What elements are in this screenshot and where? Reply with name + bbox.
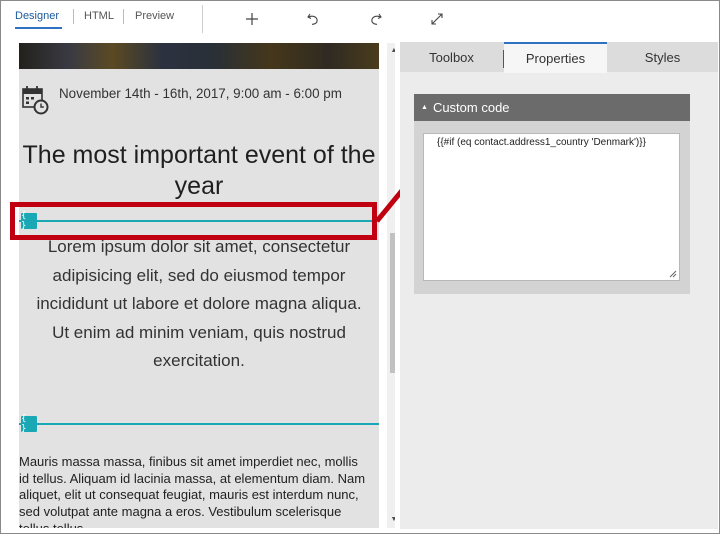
editor-toolbar: Designer HTML Preview bbox=[1, 1, 719, 38]
tab-designer[interactable]: Designer bbox=[15, 10, 59, 22]
tab-styles[interactable]: Styles bbox=[607, 42, 718, 72]
lorem-paragraph: Lorem ipsum dolor sit amet, consectetur … bbox=[36, 237, 362, 371]
custom-code-section-header[interactable]: ▲ Custom code bbox=[414, 94, 690, 121]
active-tab-indicator bbox=[15, 27, 62, 29]
calendar-clock-icon bbox=[22, 86, 49, 115]
properties-panel: Toolbox Properties Styles ▲ Custom code … bbox=[400, 42, 718, 529]
toolbar-divider bbox=[202, 5, 203, 33]
section-title: Custom code bbox=[432, 100, 510, 115]
email-content: November 14th - 16th, 2017, 9:00 am - 6:… bbox=[19, 43, 379, 528]
resize-handle-icon[interactable] bbox=[669, 270, 677, 278]
custom-code-textarea[interactable]: {{#if (eq contact.address1_country 'Denm… bbox=[423, 133, 680, 281]
panel-tabs: Toolbox Properties Styles bbox=[400, 42, 718, 73]
tab-toolbox[interactable]: Toolbox bbox=[400, 42, 503, 72]
highlight-callout-box bbox=[10, 202, 377, 240]
app-window: Designer HTML Preview November 14th - 16… bbox=[0, 0, 720, 534]
tab-html[interactable]: HTML bbox=[84, 10, 114, 22]
custom-code-section: ▲ Custom code {{#if (eq contact.address1… bbox=[414, 94, 690, 294]
scrollbar-thumb[interactable] bbox=[390, 233, 395, 373]
tab-preview[interactable]: Preview bbox=[135, 10, 174, 22]
undo-icon[interactable] bbox=[301, 7, 325, 31]
design-canvas[interactable]: November 14th - 16th, 2017, 9:00 am - 6:… bbox=[9, 43, 395, 528]
scroll-down-arrow-icon[interactable]: ▼ bbox=[387, 512, 395, 526]
mauris-paragraph: Mauris massa massa, finibus sit amet imp… bbox=[19, 454, 366, 528]
event-title: The most important event of the year bbox=[22, 141, 376, 200]
tab-properties[interactable]: Properties bbox=[504, 42, 607, 73]
event-date: November 14th - 16th, 2017, 9:00 am - 6:… bbox=[59, 86, 342, 101]
tab-divider bbox=[123, 9, 124, 24]
tab-divider bbox=[73, 9, 74, 24]
expand-icon[interactable] bbox=[425, 7, 449, 31]
custom-code-value: {{#if (eq contact.address1_country 'Denm… bbox=[437, 137, 646, 148]
collapse-caret-icon[interactable]: ▲ bbox=[421, 104, 428, 111]
redo-icon[interactable] bbox=[364, 7, 388, 31]
canvas-scrollbar[interactable]: ▲ ▼ bbox=[387, 43, 395, 528]
hero-image bbox=[19, 43, 379, 69]
custom-code-block-tag[interactable]: { } bbox=[21, 414, 37, 434]
custom-code-divider bbox=[19, 423, 379, 425]
scroll-up-arrow-icon[interactable]: ▲ bbox=[387, 43, 395, 57]
add-icon[interactable] bbox=[240, 7, 264, 31]
